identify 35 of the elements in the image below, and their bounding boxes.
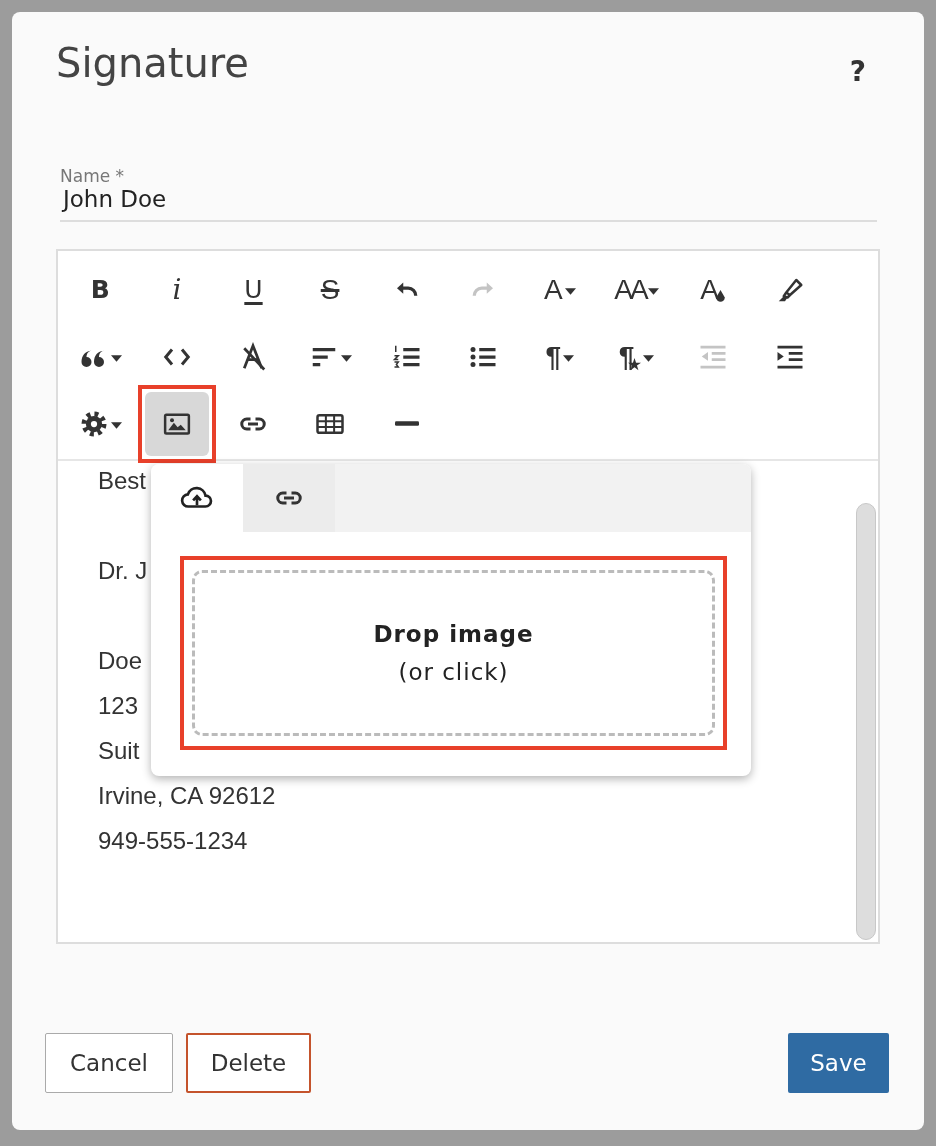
signature-text: 949-555-1234 — [98, 827, 248, 854]
save-button[interactable]: Save — [788, 1033, 889, 1093]
caret-icon — [110, 355, 122, 362]
signature-text: Irvine, CA 92612 — [98, 782, 276, 809]
font-button[interactable]: A — [527, 257, 592, 322]
strikethrough-button[interactable]: S — [298, 257, 363, 322]
underline-button[interactable]: U — [221, 257, 286, 322]
caret-icon — [110, 422, 122, 429]
caret-icon — [563, 355, 575, 362]
caret-icon — [647, 288, 659, 295]
signature-text: Doe — [98, 647, 143, 674]
caret-icon — [564, 288, 576, 295]
signature-text: Suit — [98, 737, 140, 764]
image-drop-zone[interactable]: Drop image (or click) — [192, 570, 715, 736]
signature-text: Dr. J — [98, 557, 148, 584]
bold-button[interactable]: B — [68, 257, 133, 322]
font-size-button[interactable]: AA — [604, 257, 669, 322]
signature-text: Best — [98, 467, 147, 494]
image-button[interactable] — [144, 391, 209, 456]
field-value: John Doe — [60, 186, 168, 212]
help-button[interactable]: ? — [849, 54, 880, 88]
caret-icon — [340, 355, 352, 362]
font-color-button[interactable]: A — [681, 257, 746, 322]
paragraph-style-button[interactable]: ¶ — [604, 324, 669, 389]
upload-tab[interactable] — [151, 464, 243, 532]
name-field[interactable]: Name * John Doe — [60, 166, 877, 222]
caret-icon — [643, 355, 655, 362]
signature-text: 123 — [98, 692, 139, 719]
dialog-title: Signature — [56, 40, 249, 86]
paragraph-button[interactable]: ¶ — [527, 324, 592, 389]
field-label: Name * — [60, 166, 126, 186]
delete-button[interactable]: Delete — [186, 1033, 311, 1093]
scrollbar[interactable] — [856, 503, 876, 940]
cancel-button[interactable]: Cancel — [45, 1033, 173, 1093]
italic-button[interactable]: i — [144, 257, 209, 322]
